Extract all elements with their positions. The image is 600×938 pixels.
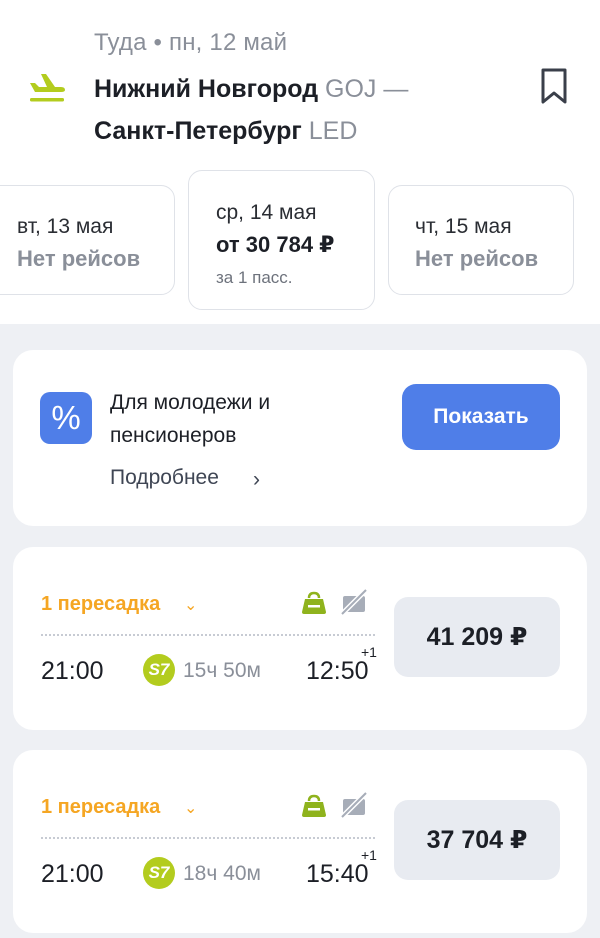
- arrival-time: 12:50: [306, 657, 369, 685]
- flight-card[interactable]: 1 пересадка ⌄ 21:00 S7 18ч 40м 15:40 +1 …: [13, 750, 587, 933]
- show-button[interactable]: Показать: [402, 384, 560, 450]
- airline-logo-s7: S7: [143, 857, 175, 889]
- percent-icon: %: [40, 392, 92, 444]
- route-divider: [41, 837, 375, 839]
- date-option-selected[interactable]: ср, 14 мая от 30 784 ₽ за 1 пасс.: [188, 170, 375, 310]
- origin-city: Нижний Новгород: [94, 75, 319, 103]
- date-label: чт, 15 мая: [415, 215, 512, 238]
- origin-code: GOJ: [325, 75, 377, 103]
- chevron-down-icon: ⌄: [184, 800, 198, 817]
- chevron-down-icon: ⌄: [184, 597, 198, 614]
- departure-time: 21:00: [41, 657, 104, 685]
- promo-card: % Для молодежи и пенсионеров Подробнее ›…: [13, 350, 587, 526]
- flight-duration: 18ч 40м: [183, 862, 261, 885]
- transfers-label[interactable]: 1 пересадка: [41, 796, 160, 819]
- route-divider: [41, 634, 375, 636]
- date-option-next[interactable]: чт, 15 мая Нет рейсов: [388, 185, 574, 295]
- bookmark-icon[interactable]: [536, 67, 572, 105]
- no-luggage-icon: [340, 588, 368, 616]
- baggage-icon: [302, 591, 326, 614]
- destination-code: LED: [308, 117, 358, 145]
- baggage-icon: [302, 794, 326, 817]
- direction-date: Туда • пн, 12 май: [94, 29, 288, 56]
- promo-title-line2: пенсионеров: [110, 424, 237, 447]
- arrival-time: 15:40: [306, 860, 369, 888]
- flight-price[interactable]: 37 704 ₽: [394, 800, 560, 880]
- transfers-label[interactable]: 1 пересадка: [41, 593, 160, 616]
- more-info-link[interactable]: Подробнее: [110, 466, 219, 490]
- date-label: ср, 14 мая: [216, 201, 317, 224]
- chevron-right-icon: ›: [253, 468, 260, 491]
- per-passenger-note: за 1 пасс.: [216, 268, 293, 287]
- flight-search-header: Туда • пн, 12 май Нижний Новгород GOJ — …: [0, 0, 600, 324]
- promo-title: Для молодежи и пенсионеров: [110, 386, 360, 452]
- no-flights-label: Нет рейсов: [415, 246, 539, 271]
- flight-price[interactable]: 41 209 ₽: [394, 597, 560, 677]
- route-title: Нижний Новгород GOJ — Санкт-Петербург LE…: [94, 68, 514, 152]
- plane-departure-icon: [30, 74, 65, 102]
- route-separator: —: [376, 75, 409, 103]
- date-option-prev[interactable]: вт, 13 мая Нет рейсов: [0, 185, 175, 295]
- destination-city: Санкт-Петербург: [94, 117, 302, 145]
- flight-card[interactable]: 1 пересадка ⌄ 21:00 S7 15ч 50м 12:50 +1 …: [13, 547, 587, 730]
- airline-logo-s7: S7: [143, 654, 175, 686]
- promo-title-line1: Для молодежи и: [110, 391, 271, 414]
- no-luggage-icon: [340, 791, 368, 819]
- day-offset: +1: [361, 847, 377, 863]
- departure-time: 21:00: [41, 860, 104, 888]
- flight-duration: 15ч 50м: [183, 659, 261, 682]
- date-label: вт, 13 мая: [17, 215, 114, 238]
- day-offset: +1: [361, 644, 377, 660]
- min-price-label: от 30 784 ₽: [216, 232, 335, 257]
- no-flights-label: Нет рейсов: [17, 246, 141, 271]
